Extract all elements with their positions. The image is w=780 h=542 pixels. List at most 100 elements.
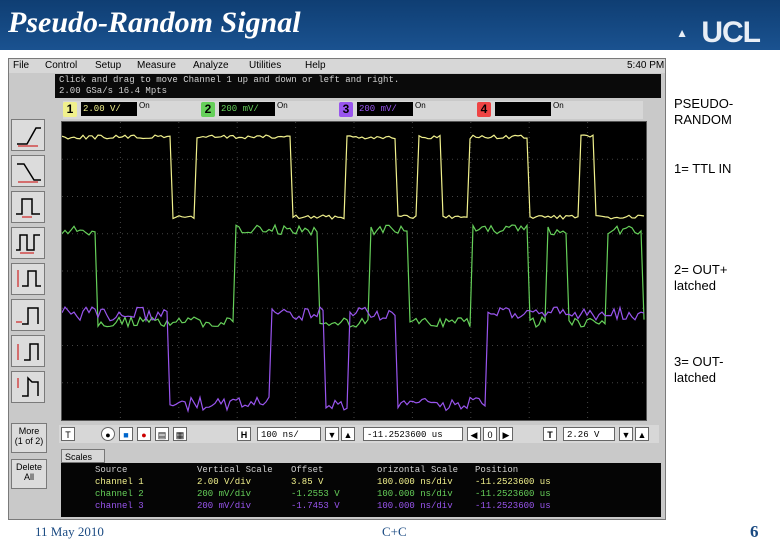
menu-analyze[interactable]: Analyze bbox=[193, 60, 229, 71]
position-field[interactable]: -11.2523600 us bbox=[363, 427, 463, 441]
position-up-icon[interactable]: ▶ bbox=[499, 427, 513, 441]
channel-3-button[interactable]: 3 bbox=[339, 102, 353, 117]
amplitude-icon bbox=[17, 270, 41, 287]
top-level-tool[interactable] bbox=[11, 299, 45, 331]
cell: -1.2553 V bbox=[291, 489, 340, 499]
annotation-ch3: 3= OUT- latched bbox=[674, 354, 724, 386]
annotation-line: 1= TTL IN bbox=[674, 161, 732, 176]
cell: -11.2523600 us bbox=[475, 477, 551, 487]
period-tool[interactable] bbox=[11, 227, 45, 259]
menu-bar: File Control Setup Measure Analyze Utili… bbox=[9, 59, 665, 73]
channel-3-on[interactable]: On bbox=[415, 102, 426, 110]
slide-header: Pseudo-Random Signal ▲ UCL bbox=[0, 0, 780, 50]
slide-title: Pseudo-Random Signal bbox=[8, 6, 301, 39]
autoscale-icon[interactable]: ■ bbox=[119, 427, 133, 441]
channel-2-scale[interactable]: 200 mV/ bbox=[219, 102, 275, 116]
print-icon[interactable]: ▦ bbox=[173, 427, 187, 441]
run-stop-icon[interactable]: ● bbox=[137, 427, 151, 441]
timebase-up-icon[interactable]: ▲ bbox=[341, 427, 355, 441]
menu-setup[interactable]: Setup bbox=[95, 60, 121, 71]
oscilloscope-window: File Control Setup Measure Analyze Utili… bbox=[8, 58, 666, 520]
channel-2-button[interactable]: 2 bbox=[201, 102, 215, 117]
pulse-icon bbox=[16, 198, 40, 218]
timebase-down-icon[interactable]: ▼ bbox=[325, 427, 339, 441]
color-grade-icon[interactable]: ● bbox=[101, 427, 115, 441]
annotation-line: latched bbox=[674, 370, 716, 385]
trigger-up-icon[interactable]: ▲ bbox=[635, 427, 649, 441]
cell: 2.00 V/div bbox=[197, 477, 252, 487]
falling-edge-icon bbox=[17, 163, 41, 183]
channel-4-button[interactable]: 4 bbox=[477, 102, 491, 117]
more-button[interactable]: More (1 of 2) bbox=[11, 423, 47, 453]
timebase-field[interactable]: 100 ns/ bbox=[257, 427, 321, 441]
menu-control[interactable]: Control bbox=[45, 60, 77, 71]
menu-help[interactable]: Help bbox=[305, 60, 326, 71]
cell: 200 mV/div bbox=[197, 489, 252, 499]
waveform-display[interactable] bbox=[61, 121, 647, 421]
channel-1-on[interactable]: On bbox=[139, 102, 150, 110]
channel-4-on[interactable]: On bbox=[553, 102, 564, 110]
horizontal-zoom-icon[interactable]: T bbox=[61, 427, 75, 441]
cell: 100.000 ns/div bbox=[377, 501, 453, 511]
position-down-icon[interactable]: ◀ bbox=[467, 427, 481, 441]
rising-edge-icon bbox=[17, 127, 41, 147]
channel-1-scale[interactable]: 2.00 V/ bbox=[81, 102, 137, 116]
trigger-down-icon[interactable]: ▼ bbox=[619, 427, 633, 441]
annotation-ch1: 1= TTL IN bbox=[674, 161, 731, 177]
annotation-line: 3= OUT- bbox=[674, 354, 724, 369]
tool-palette bbox=[11, 119, 47, 407]
base-level-icon bbox=[17, 343, 39, 361]
scales-tab[interactable]: Scales bbox=[61, 449, 105, 463]
sample-rate: 2.00 GSa/s 16.4 Mpts bbox=[59, 86, 168, 96]
amplitude-tool[interactable] bbox=[11, 263, 45, 295]
cell: 100.000 ns/div bbox=[377, 477, 453, 487]
channel-1-trace bbox=[61, 134, 645, 220]
channel-3-scale[interactable]: 200 mV/ bbox=[357, 102, 413, 116]
footer-center: C+C bbox=[382, 524, 407, 539]
trigger-level-field[interactable]: 2.26 V bbox=[563, 427, 615, 441]
annotation-ch2: 2= OUT+ latched bbox=[674, 262, 727, 294]
annotation-line: latched bbox=[674, 278, 716, 293]
col-offset: Offset bbox=[291, 465, 324, 475]
col-source: Source bbox=[95, 465, 128, 475]
top-level-icon bbox=[16, 307, 39, 325]
cell: 3.85 V bbox=[291, 477, 324, 487]
pulse-width-tool[interactable] bbox=[11, 191, 45, 223]
page-number: 6 bbox=[750, 522, 759, 541]
delete-all-button[interactable]: Delete All bbox=[11, 459, 47, 489]
channel-1-button[interactable]: 1 bbox=[63, 102, 77, 117]
period-icon bbox=[16, 234, 40, 254]
cell: -11.2523600 us bbox=[475, 501, 551, 511]
rising-edge-tool[interactable] bbox=[11, 119, 45, 151]
channel-bar: 1 2.00 V/ On 2 200 mV/ On 3 200 mV/ On 4… bbox=[63, 101, 643, 119]
horizontal-bar: T ● ■ ● ▤ ▦ H 100 ns/ ▼ ▲ -11.2523600 us… bbox=[59, 425, 659, 443]
ucl-seal-icon: ▲ bbox=[676, 26, 688, 40]
menu-file[interactable]: File bbox=[13, 60, 29, 71]
status-area: Click and drag to move Channel 1 up and … bbox=[55, 74, 661, 98]
cell: channel 1 bbox=[95, 477, 144, 487]
channel-2-on[interactable]: On bbox=[277, 102, 288, 110]
horizontal-icon: H bbox=[237, 427, 251, 441]
falling-edge-tool[interactable] bbox=[11, 155, 45, 187]
single-icon[interactable]: ▤ bbox=[155, 427, 169, 441]
menu-utilities[interactable]: Utilities bbox=[249, 60, 281, 71]
more-button-label: More (1 of 2) bbox=[14, 426, 44, 446]
position-zero-icon[interactable]: 0 bbox=[483, 427, 497, 441]
measurement-table: Source Vertical Scale Offset orizontal S… bbox=[61, 463, 661, 517]
clock: 5:40 PM bbox=[627, 60, 665, 71]
overshoot-icon bbox=[17, 376, 39, 397]
annotation-pseudo-random: PSEUDO- RANDOM bbox=[674, 96, 733, 128]
base-level-tool[interactable] bbox=[11, 335, 45, 367]
waveform-svg bbox=[61, 122, 646, 420]
overshoot-tool[interactable] bbox=[11, 371, 45, 403]
cell: channel 3 bbox=[95, 501, 144, 511]
cell: 100.000 ns/div bbox=[377, 489, 453, 499]
cell: 200 mV/div bbox=[197, 501, 252, 511]
menu-measure[interactable]: Measure bbox=[137, 60, 176, 71]
col-horizontal-scale: orizontal Scale bbox=[377, 465, 459, 475]
annotation-line: RANDOM bbox=[674, 112, 732, 127]
cell: -11.2523600 us bbox=[475, 489, 551, 499]
col-vertical-scale: Vertical Scale bbox=[197, 465, 273, 475]
channel-4-scale[interactable] bbox=[495, 102, 551, 116]
delete-all-label: Delete All bbox=[15, 462, 42, 482]
